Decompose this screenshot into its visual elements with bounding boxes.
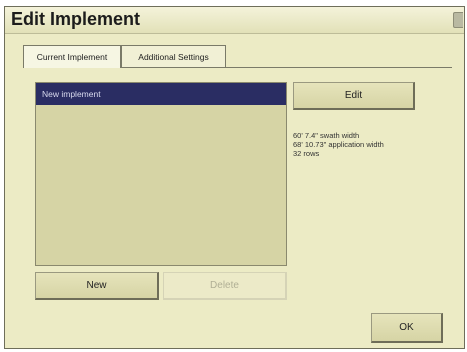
row-count-text: 32 rows [293,149,320,158]
window-title: Edit Implement [11,9,141,29]
ok-button[interactable]: OK [371,313,443,343]
application-width-text: 68' 10.73" application width [293,140,384,149]
swath-width-text: 60' 7.4" swath width [293,131,360,140]
new-button[interactable]: New [35,272,159,300]
edit-button[interactable]: Edit [293,82,415,110]
tab-current-implement[interactable]: Current Implement [23,45,121,68]
list-item[interactable]: New implement [36,83,286,105]
close-icon[interactable] [453,12,463,28]
edit-implement-window: Edit Implement Current Implement Additio… [4,6,465,349]
implement-list[interactable]: New implement [35,82,287,266]
delete-button[interactable]: Delete [163,272,287,300]
current-implement-panel: New implement New Delete Edit 60' 7.4" s… [23,67,452,308]
tab-additional-settings[interactable]: Additional Settings [121,45,226,67]
implement-details: 60' 7.4" swath width 68' 10.73" applicat… [293,131,443,158]
title-bar: Edit Implement [5,7,464,34]
